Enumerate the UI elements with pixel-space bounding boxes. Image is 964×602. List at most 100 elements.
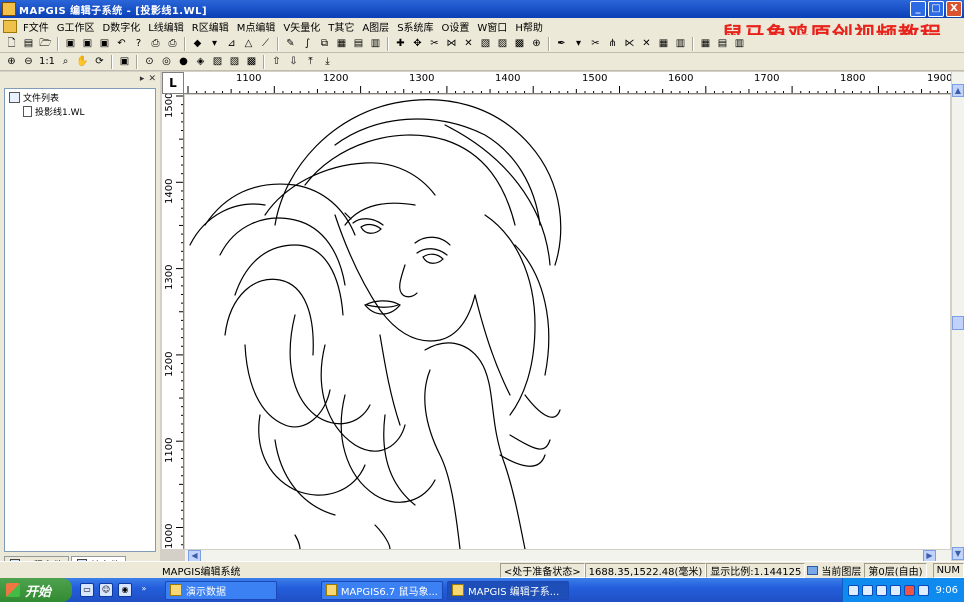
select-line-icon[interactable]: ⊕ xyxy=(529,37,544,51)
tree-item-file[interactable]: 投影线1.WL xyxy=(23,105,85,118)
scroll-down-icon[interactable]: ▼ xyxy=(952,547,964,560)
vertical-scroll-thumb[interactable] xyxy=(952,316,964,330)
line-style-icon[interactable]: ▨ xyxy=(495,37,510,51)
menu-point-edit[interactable]: M点编辑 xyxy=(233,19,280,34)
save-icon[interactable]: ▣ xyxy=(63,37,78,51)
cut-line-icon[interactable]: ✂ xyxy=(427,37,442,51)
zoom-in-icon[interactable]: ⊕ xyxy=(4,55,19,69)
tools-icon[interactable] xyxy=(889,584,901,596)
menu-help[interactable]: H帮助 xyxy=(511,19,547,34)
vertical-scrollbar[interactable]: ▲ ▼ xyxy=(951,72,964,560)
menu-region-edit[interactable]: R区编辑 xyxy=(188,19,233,34)
new-file-icon[interactable]: 🗋 xyxy=(4,37,19,51)
curve-tool-icon[interactable]: ∫ xyxy=(300,37,315,51)
menu-settings[interactable]: O设置 xyxy=(438,19,474,34)
region-select-icon[interactable]: ● xyxy=(176,55,191,69)
help-pointer-icon[interactable]: ? xyxy=(131,37,146,51)
zoom-window-icon[interactable]: ⌕ xyxy=(58,55,73,69)
move-top-icon[interactable]: ⤒ xyxy=(303,55,318,69)
line-tool-icon[interactable]: ✎ xyxy=(283,37,298,51)
layer-grid-icon[interactable]: ▦ xyxy=(698,37,713,51)
node-edit-icon[interactable]: ▦ xyxy=(656,37,671,51)
menu-layer[interactable]: A图层 xyxy=(358,19,393,34)
close-button[interactable]: X xyxy=(946,1,962,17)
connect-icon[interactable]: ⋉ xyxy=(622,37,637,51)
line-param-icon[interactable]: ▧ xyxy=(478,37,493,51)
messenger-icon[interactable]: ☺ xyxy=(99,583,113,597)
panel-close-icon[interactable]: ✕ xyxy=(148,74,156,84)
add-point-icon[interactable]: ✚ xyxy=(393,37,408,51)
menu-vectorize[interactable]: V矢量化 xyxy=(279,19,324,34)
task-mapgis-editor[interactable]: MAPGIS 编辑子系... xyxy=(447,580,569,600)
delete-line-icon[interactable]: ✕ xyxy=(461,37,476,51)
display-icon[interactable]: ▣ xyxy=(117,55,132,69)
node-style-icon[interactable]: ▥ xyxy=(673,37,688,51)
line-select-icon[interactable]: ◎ xyxy=(159,55,174,69)
network-icon[interactable] xyxy=(861,584,873,596)
split-icon[interactable]: ⋔ xyxy=(605,37,620,51)
join-line-icon[interactable]: ⋈ xyxy=(444,37,459,51)
tree-root-file-list[interactable]: 文件列表 xyxy=(9,91,59,104)
save-as-icon[interactable]: ▣ xyxy=(80,37,95,51)
panel-pin-icon[interactable]: ▸ xyxy=(140,74,145,84)
refresh-icon[interactable]: ⟳ xyxy=(92,55,107,69)
browser-icon[interactable]: ◉ xyxy=(118,583,132,597)
print-preview-icon[interactable]: ⎙ xyxy=(165,37,180,51)
edit-region-icon[interactable]: ▤ xyxy=(351,37,366,51)
quick-launch-chevron-icon[interactable]: » xyxy=(137,583,151,597)
zoom-out-icon[interactable]: ⊖ xyxy=(21,55,36,69)
edit-point-icon[interactable]: ◈ xyxy=(193,55,208,69)
start-button[interactable]: 开始 xyxy=(0,578,72,602)
maximize-button[interactable]: □ xyxy=(928,1,944,17)
attribute-icon[interactable]: ▥ xyxy=(368,37,383,51)
move-down-icon[interactable]: ⇩ xyxy=(286,55,301,69)
attribute-table-icon[interactable]: ▩ xyxy=(244,55,259,69)
open-folder-icon[interactable]: 🗁 xyxy=(38,37,53,51)
task-mapgis-main[interactable]: MAPGIS6.7 鼠马象... xyxy=(321,580,443,600)
ruler-corner[interactable]: L xyxy=(162,72,184,94)
pan-hand-icon[interactable]: ✋ xyxy=(75,55,90,69)
edit-line-icon[interactable]: ▨ xyxy=(210,55,225,69)
line-color-icon[interactable]: ▩ xyxy=(512,37,527,51)
triangle-icon[interactable]: △ xyxy=(241,37,256,51)
menu-workspace[interactable]: G工作区 xyxy=(53,19,99,34)
edit-region-tool-icon[interactable]: ▧ xyxy=(227,55,242,69)
point-select-icon[interactable]: ⊙ xyxy=(142,55,157,69)
security-icon[interactable] xyxy=(875,584,887,596)
dropdown-icon[interactable]: ▾ xyxy=(207,37,222,51)
show-desktop-icon[interactable]: ▭ xyxy=(80,583,94,597)
menu-system-library[interactable]: S系统库 xyxy=(393,19,437,34)
copy-line-icon[interactable]: ⧉ xyxy=(317,37,332,51)
scroll-up-icon[interactable]: ▲ xyxy=(952,84,964,97)
menu-file[interactable]: F文件 xyxy=(19,19,53,34)
layer-settings-icon[interactable]: ▥ xyxy=(732,37,747,51)
region-icon[interactable]: ▦ xyxy=(334,37,349,51)
move-bottom-icon[interactable]: ⤓ xyxy=(320,55,335,69)
print-icon[interactable]: ⎙ xyxy=(148,37,163,51)
task-demo-data[interactable]: 演示数据 xyxy=(165,580,277,600)
measure-icon[interactable]: ⊿ xyxy=(224,37,239,51)
menu-window[interactable]: W窗口 xyxy=(473,19,511,34)
move-point-icon[interactable]: ✥ xyxy=(410,37,425,51)
menu-other[interactable]: T其它 xyxy=(324,19,358,34)
paint-icon[interactable]: ◆ xyxy=(190,37,205,51)
zoom-ratio-label[interactable]: 1:1 xyxy=(38,55,56,69)
menu-line-edit[interactable]: L线编辑 xyxy=(144,19,188,34)
scissor-icon[interactable]: ✂ xyxy=(588,37,603,51)
undo-icon[interactable]: ↶ xyxy=(114,37,129,51)
save-all-icon[interactable]: ▣ xyxy=(97,37,112,51)
menu-digitize[interactable]: D数字化 xyxy=(99,19,145,34)
antivirus-icon[interactable] xyxy=(903,584,915,596)
move-up-icon[interactable]: ⇧ xyxy=(269,55,284,69)
pen-icon[interactable]: ✒ xyxy=(554,37,569,51)
drawing-canvas[interactable] xyxy=(185,95,950,549)
new-document-icon[interactable]: ▤ xyxy=(21,37,36,51)
keyboard-icon[interactable] xyxy=(847,584,859,596)
horizontal-scrollbar[interactable]: ◀ ▶ xyxy=(185,549,951,562)
dropdown-icon[interactable]: ▾ xyxy=(571,37,586,51)
layer-list-icon[interactable]: ▤ xyxy=(715,37,730,51)
volume-icon[interactable] xyxy=(917,584,929,596)
remove-node-icon[interactable]: ✕ xyxy=(639,37,654,51)
minimize-button[interactable]: _ xyxy=(910,1,926,17)
polyline-icon[interactable]: ⟋ xyxy=(258,37,273,51)
